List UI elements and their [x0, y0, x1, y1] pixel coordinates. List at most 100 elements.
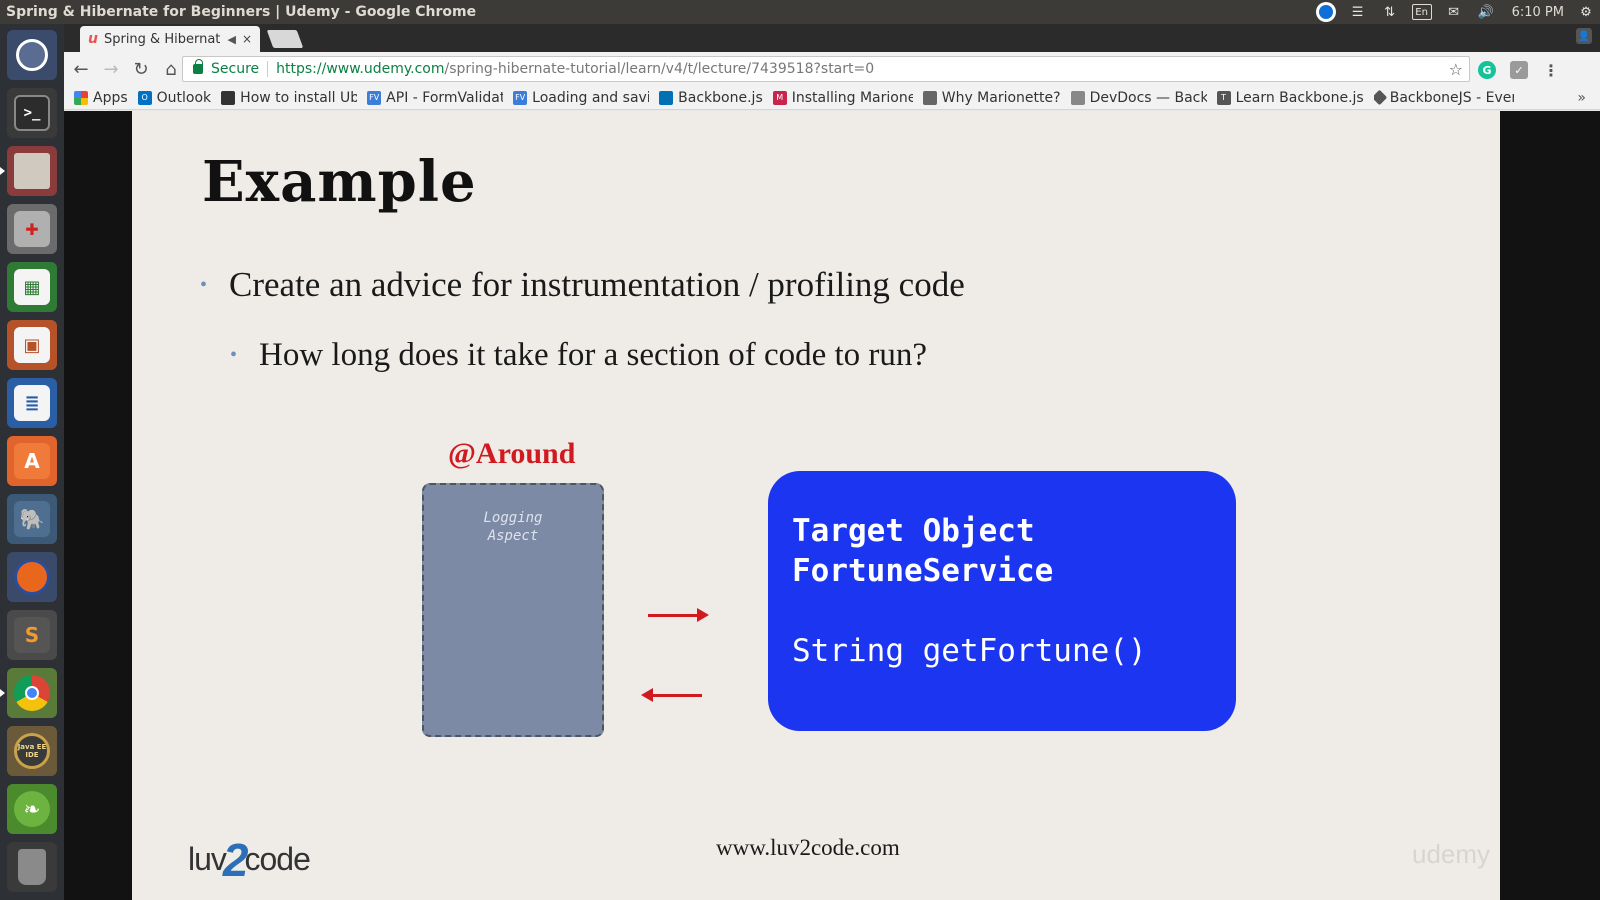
- presentation-icon: ▣: [14, 327, 50, 363]
- spring-leaf-icon: ❧: [14, 791, 50, 827]
- url-text[interactable]: https://www.udemy.com/spring-hibernate-t…: [276, 61, 874, 77]
- bullet-dot-icon: •: [230, 344, 238, 366]
- bookmark-star-icon[interactable]: ☆: [1449, 60, 1463, 79]
- trash-button[interactable]: [7, 842, 57, 892]
- ubuntu-dash-button[interactable]: [7, 30, 57, 80]
- forward-icon[interactable]: →: [98, 56, 124, 82]
- marionette-icon: M: [772, 90, 787, 105]
- unity-launcher: >_ ✚ ▦ ▣ ≣ A 🐘 S Java EE IDE ❧: [0, 24, 64, 900]
- tab-strip: u Spring & Hibernate ◀ × 👤: [64, 24, 1600, 52]
- formvalidation-icon: FV: [367, 90, 382, 105]
- network-icon[interactable]: ⇅: [1380, 4, 1400, 20]
- shield-extension-icon[interactable]: ✓: [1510, 61, 1528, 79]
- chrome-menu-icon[interactable]: ⋮: [1542, 61, 1560, 80]
- spreadsheet-icon: ▦: [14, 269, 50, 305]
- trash-icon: [18, 849, 46, 885]
- logging-aspect-label: Logging Aspect: [483, 510, 543, 544]
- bookmark-loading-saving[interactable]: FV Loading and savinc: [513, 90, 649, 106]
- spring-tool-suite-button[interactable]: ❧: [7, 784, 57, 834]
- bookmark-formvalidation-api[interactable]: FV API - FormValidati: [367, 90, 503, 106]
- target-object-label: Target Object: [792, 513, 1035, 549]
- teamviewer-icon[interactable]: [1315, 2, 1336, 22]
- new-tab-button[interactable]: [266, 30, 304, 48]
- video-player[interactable]: Example • Create an advice for instrumen…: [64, 111, 1600, 900]
- luv2code-logo: luv2code: [188, 834, 311, 886]
- bookmark-devdocs[interactable]: DevDocs — Backb: [1070, 90, 1207, 106]
- libreoffice-writer-button[interactable]: ≣: [7, 378, 57, 428]
- volume-icon[interactable]: 🔊: [1476, 4, 1496, 20]
- page-icon: [221, 90, 236, 105]
- chrome-button[interactable]: [0, 668, 57, 718]
- diamond-icon: [1373, 89, 1387, 106]
- keyboard-indicator-icon[interactable]: ☰: [1348, 4, 1368, 20]
- bookmark-installing-marionette[interactable]: M Installing Marione: [772, 90, 913, 106]
- software-center-button[interactable]: A: [7, 436, 57, 486]
- browser-toolbar: ← → ↻ ⌂ Secure https://www.udemy.com/spr…: [64, 52, 1600, 86]
- back-icon[interactable]: ←: [68, 56, 94, 82]
- tab-title: Spring & Hibernate: [103, 31, 222, 47]
- tab-audio-icon[interactable]: ◀: [227, 33, 235, 46]
- bookmark-backbonejs-everything[interactable]: BackboneJS - Ever: [1373, 89, 1514, 106]
- book-icon: [922, 90, 937, 105]
- chrome-window: u Spring & Hibernate ◀ × 👤 ← → ↻ ⌂ Secur…: [64, 24, 1600, 900]
- clock[interactable]: 6:10 PM: [1512, 5, 1564, 20]
- bookmark-install-ubuntu[interactable]: How to install Ubu: [221, 90, 357, 106]
- slide-sub-bullet: • How long does it take for a section of…: [230, 337, 928, 373]
- grammarly-extension-icon[interactable]: G: [1478, 61, 1496, 79]
- keyboard-layout-indicator[interactable]: En: [1411, 4, 1432, 20]
- files-button[interactable]: [0, 146, 57, 196]
- tab-udemy-lecture[interactable]: u Spring & Hibernate ◀ ×: [80, 26, 260, 52]
- target-object-box: Target Object FortuneService String getF…: [768, 471, 1236, 731]
- secure-label: Secure: [211, 61, 269, 77]
- terminal-icon: >_: [14, 95, 50, 131]
- firefox-button[interactable]: [7, 552, 57, 602]
- target-method-signature: String getFortune(): [792, 633, 1147, 669]
- pgadmin-button[interactable]: 🐘: [7, 494, 57, 544]
- udemy-watermark: udemy: [1412, 839, 1491, 869]
- eclipse-java-ee-button[interactable]: Java EE IDE: [7, 726, 57, 776]
- lecture-slide: Example • Create an advice for instrumen…: [132, 111, 1500, 900]
- bookmark-apps[interactable]: Apps: [74, 90, 128, 106]
- profile-icon[interactable]: 👤: [1576, 28, 1592, 44]
- udemy-favicon-icon: u: [88, 31, 98, 47]
- backbone-icon: [659, 90, 674, 105]
- tab-close-icon[interactable]: ×: [242, 32, 260, 46]
- power-gear-icon[interactable]: ⚙: [1576, 4, 1596, 20]
- sublime-text-button[interactable]: S: [7, 610, 57, 660]
- bookmark-backbone[interactable]: Backbone.js: [659, 90, 763, 106]
- home-icon[interactable]: ⌂: [158, 56, 184, 82]
- reload-icon[interactable]: ↻: [128, 56, 154, 82]
- bookmark-outlook[interactable]: O Outlook: [137, 90, 211, 106]
- bullet-dot-icon: •: [200, 273, 208, 296]
- top-panel: Spring & Hibernate for Beginners | Udemy…: [0, 0, 1600, 24]
- sublime-icon: S: [14, 617, 50, 653]
- firefox-icon: [14, 559, 50, 595]
- mail-icon[interactable]: ✉: [1444, 4, 1464, 20]
- around-annotation-label: @Around: [448, 437, 576, 470]
- target-class-name: FortuneService: [792, 553, 1054, 589]
- chrome-icon: [14, 675, 50, 711]
- call-arrow-right-icon: [648, 608, 709, 622]
- bookmark-learn-backbone[interactable]: T Learn Backbone.js: [1216, 90, 1364, 106]
- bookmarks-overflow-icon[interactable]: »: [1577, 90, 1586, 106]
- system-settings-button[interactable]: ✚: [7, 204, 57, 254]
- return-arrow-left-icon: [641, 688, 702, 702]
- bookmark-why-marionette[interactable]: Why Marionette?: [922, 90, 1061, 106]
- window-title: Spring & Hibernate for Beginners | Udemy…: [6, 4, 477, 20]
- slide-title: Example: [202, 149, 477, 215]
- slide-bullet: • Create an advice for instrumentation /…: [200, 265, 965, 304]
- terminal-button[interactable]: >_: [7, 88, 57, 138]
- tutorial-icon: T: [1216, 90, 1231, 105]
- address-bar[interactable]: Secure https://www.udemy.com/spring-hibe…: [182, 56, 1470, 82]
- libreoffice-impress-button[interactable]: ▣: [7, 320, 57, 370]
- devdocs-icon: [1070, 90, 1085, 105]
- system-tray: ☰ ⇅ En ✉ 🔊 6:10 PM ⚙: [1315, 0, 1596, 24]
- document-icon: ≣: [14, 385, 50, 421]
- shopping-bag-icon: A: [14, 443, 50, 479]
- settings-tools-icon: ✚: [14, 211, 50, 247]
- libreoffice-calc-button[interactable]: ▦: [7, 262, 57, 312]
- outlook-icon: O: [137, 90, 152, 105]
- java-ee-ide-icon: Java EE IDE: [14, 733, 50, 769]
- footer-website: www.luv2code.com: [716, 835, 900, 860]
- elephant-icon: 🐘: [14, 501, 50, 537]
